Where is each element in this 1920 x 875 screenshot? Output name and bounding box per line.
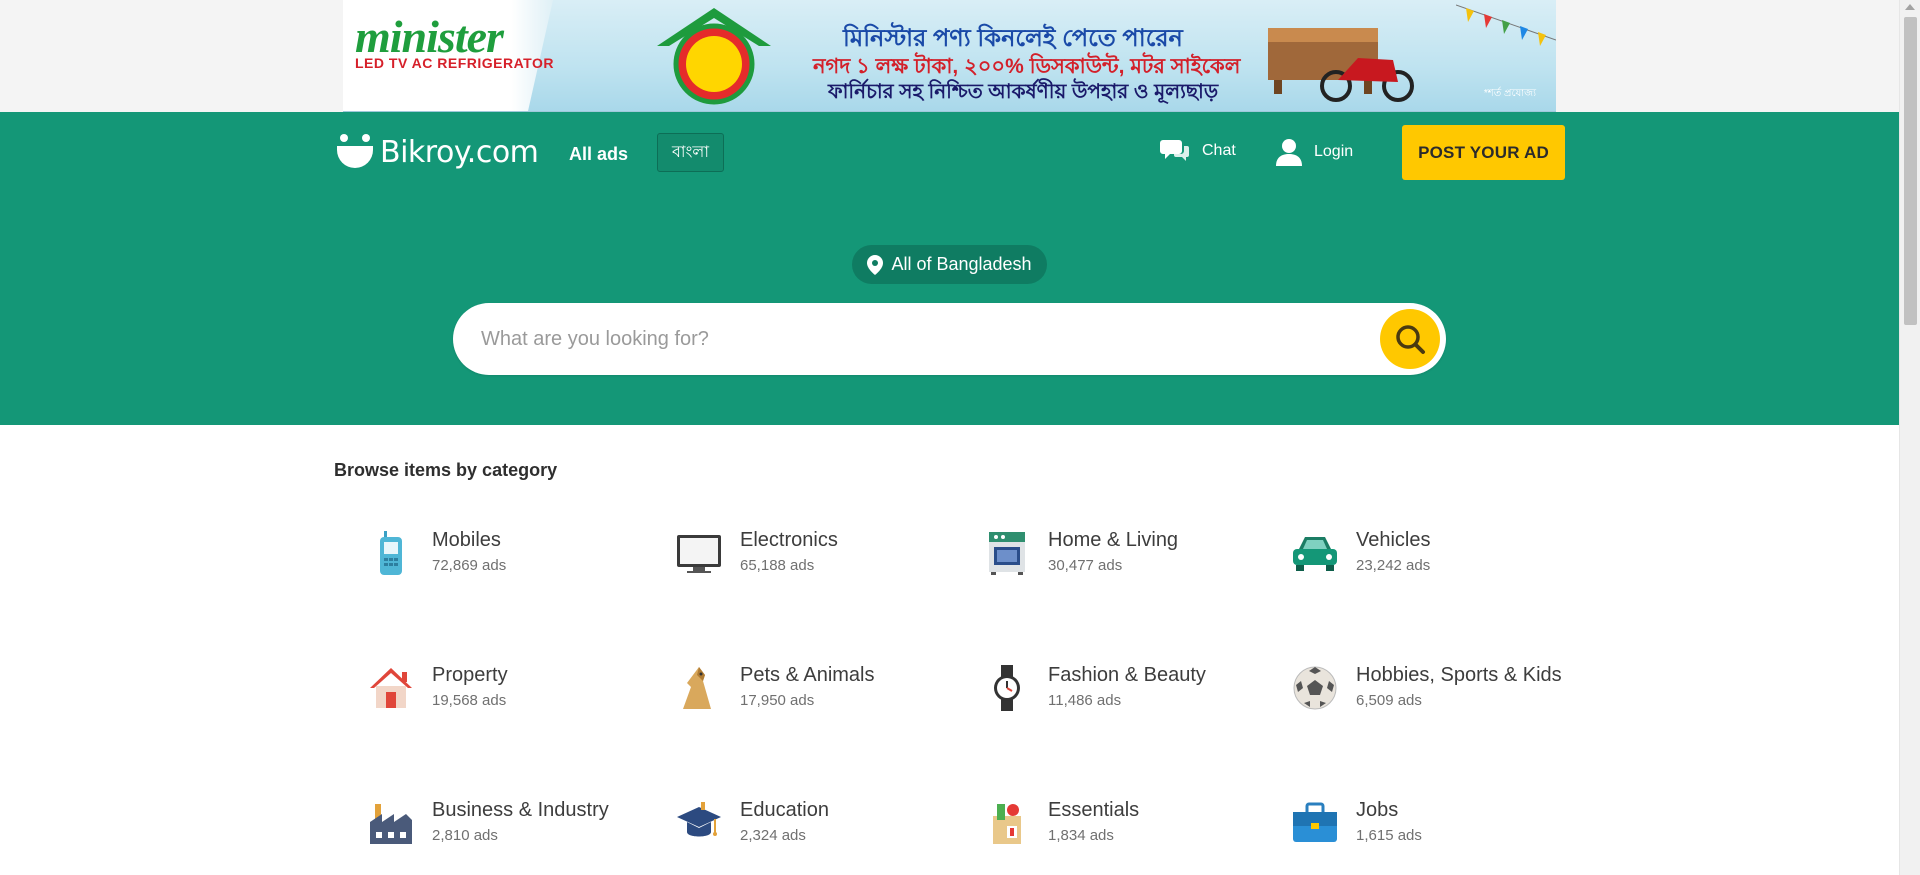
category-essentials[interactable]: Essentials 1,834 ads [982, 798, 1139, 848]
banner-furniture-image [1268, 28, 1414, 102]
briefcase-icon [1290, 798, 1340, 848]
category-name: Pets & Animals [740, 664, 875, 686]
category-count: 2,810 ads [432, 827, 498, 844]
chat-link[interactable]: Chat [1160, 138, 1236, 164]
category-count: 11,486 ads [1048, 692, 1122, 709]
search-button[interactable] [1380, 309, 1440, 369]
smiley-logo-icon [336, 134, 374, 170]
category-count: 23,242 ads [1356, 557, 1431, 574]
category-name: Jobs [1356, 799, 1399, 821]
category-name: Mobiles [432, 529, 501, 551]
category-name: Essentials [1048, 799, 1140, 821]
category-count: 6,509 ads [1356, 692, 1422, 709]
language-toggle-button[interactable]: বাংলা [657, 133, 724, 172]
logo-text: Bikroy.com [380, 134, 539, 170]
banner-brand-subtitle: LED TV AC REFRIGERATOR [355, 55, 554, 71]
category-count: 30,477 ads [1048, 557, 1123, 574]
category-count: 72,869 ads [432, 557, 507, 574]
category-vehicles[interactable]: Vehicles 23,242 ads [1290, 528, 1431, 578]
category-jobs[interactable]: Jobs 1,615 ads [1290, 798, 1422, 848]
category-business-industry[interactable]: Business & Industry 2,810 ads [366, 798, 609, 848]
all-ads-link[interactable]: All ads [569, 144, 628, 165]
search-bar [453, 303, 1446, 375]
watch-icon [982, 663, 1032, 713]
site-header: Bikroy.com All ads বাংলা Chat Login POST… [0, 112, 1899, 425]
category-name: Vehicles [1356, 529, 1431, 551]
category-name: Hobbies, Sports & Kids [1356, 664, 1562, 686]
scrollbar-thumb[interactable] [1904, 17, 1917, 325]
factory-icon [366, 798, 416, 848]
login-label: Login [1314, 143, 1354, 160]
mobile-phone-icon [366, 528, 416, 578]
search-input[interactable] [481, 303, 1361, 375]
location-label: All of Bangladesh [891, 254, 1032, 274]
category-count: 65,188 ads [740, 557, 815, 574]
category-count: 17,950 ads [740, 692, 815, 709]
banner-terms-note: *শর্ত প্রযোজ্য [1483, 88, 1536, 99]
category-home-living[interactable]: Home & Living 30,477 ads [982, 528, 1178, 578]
grocery-bag-icon [982, 798, 1032, 848]
category-name: Fashion & Beauty [1048, 664, 1206, 686]
category-fashion-beauty[interactable]: Fashion & Beauty 11,486 ads [982, 663, 1206, 713]
site-logo[interactable]: Bikroy.com [336, 132, 539, 172]
category-education[interactable]: Education 2,324 ads [674, 798, 829, 848]
oven-icon [982, 528, 1032, 578]
monitor-icon [674, 528, 724, 578]
login-link[interactable]: Login [1276, 138, 1353, 166]
chat-bubbles-icon [1160, 140, 1189, 161]
user-icon [1276, 139, 1302, 166]
scroll-up-arrow-icon[interactable] [1905, 4, 1915, 10]
category-electronics[interactable]: Electronics 65,188 ads [674, 528, 838, 578]
banner-house-icon [657, 8, 771, 105]
post-your-ad-button[interactable]: POST YOUR AD [1402, 125, 1565, 180]
category-count: 1,615 ads [1356, 827, 1422, 844]
search-icon [1396, 325, 1425, 354]
category-property[interactable]: Property 19,568 ads [366, 663, 508, 713]
banner-gift-line: ফার্নিচার সহ নিশ্চিত আকর্ষণীয় উপহার ও ম… [828, 81, 1219, 103]
category-mobiles[interactable]: Mobiles 72,869 ads [366, 528, 506, 578]
house-icon [366, 663, 416, 713]
category-pets-animals[interactable]: Pets & Animals 17,950 ads [674, 663, 875, 713]
category-name: Property [432, 664, 508, 686]
location-selector[interactable]: All of Bangladesh [852, 245, 1047, 284]
dog-icon [674, 663, 724, 713]
banner-area: minister LED TV AC REFRIGERATOR মিনিস্টা… [0, 0, 1899, 112]
banner-bunting-decoration [1456, 4, 1556, 46]
category-count: 2,324 ads [740, 827, 806, 844]
soccer-ball-icon [1290, 663, 1340, 713]
page-scrollbar[interactable] [1899, 0, 1920, 875]
browse-categories-heading: Browse items by category [334, 460, 558, 480]
car-icon [1290, 528, 1340, 578]
category-hobbies-sports-kids[interactable]: Hobbies, Sports & Kids 6,509 ads [1290, 663, 1562, 713]
graduation-cap-icon [674, 798, 724, 848]
category-count: 19,568 ads [432, 692, 507, 709]
category-name: Business & Industry [432, 799, 609, 821]
category-name: Home & Living [1048, 529, 1179, 551]
category-name: Electronics [740, 529, 838, 551]
category-count: 1,834 ads [1048, 827, 1114, 844]
advertisement-banner[interactable]: minister LED TV AC REFRIGERATOR মিনিস্টা… [343, 0, 1556, 112]
category-name: Education [740, 799, 829, 821]
chat-label: Chat [1202, 142, 1236, 159]
location-pin-icon [867, 254, 884, 275]
